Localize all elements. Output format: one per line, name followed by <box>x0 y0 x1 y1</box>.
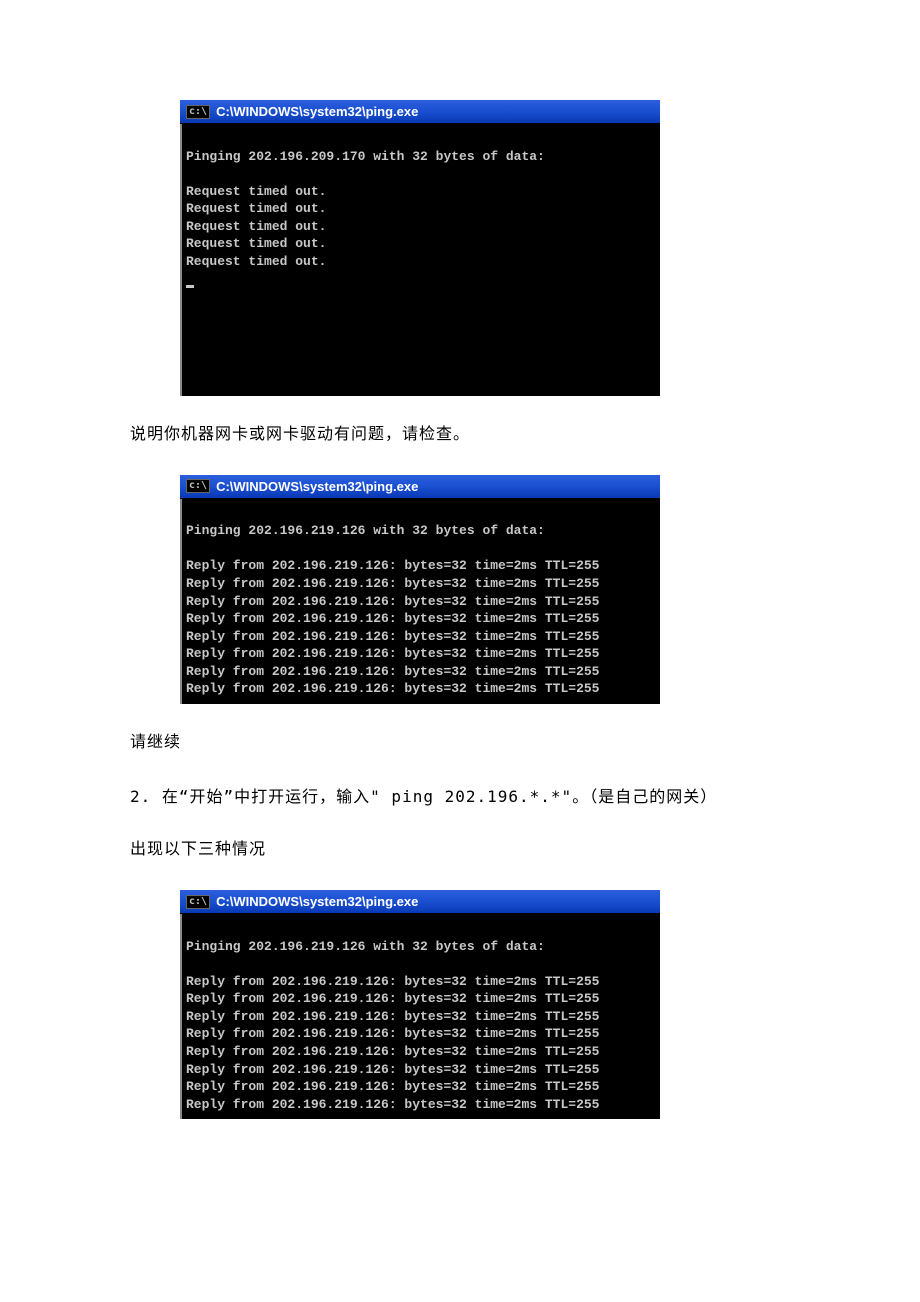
window-title-2: C:\WINDOWS\system32\ping.exe <box>216 479 418 494</box>
cmd-icon: c:\ <box>186 895 210 909</box>
window-title-3: C:\WINDOWS\system32\ping.exe <box>216 894 418 909</box>
console-window-1: c:\ C:\WINDOWS\system32\ping.exe Pinging… <box>180 100 660 396</box>
titlebar-1: c:\ C:\WINDOWS\system32\ping.exe <box>180 100 660 124</box>
console-body-2: Pinging 202.196.219.126 with 32 bytes of… <box>180 499 660 704</box>
console-output-1: Pinging 202.196.209.170 with 32 bytes of… <box>186 149 545 269</box>
console-output-3: Pinging 202.196.219.126 with 32 bytes of… <box>186 939 599 1112</box>
step-2: 2. 在“开始”中打开运行，输入" ping 202.196.*.*"。（是自己… <box>130 783 790 812</box>
console-cursor <box>186 285 194 288</box>
console-window-3: c:\ C:\WINDOWS\system32\ping.exe Pinging… <box>180 890 660 1119</box>
console-output-2: Pinging 202.196.219.126 with 32 bytes of… <box>186 523 599 696</box>
cmd-icon: c:\ <box>186 105 210 119</box>
console-body-1: Pinging 202.196.209.170 with 32 bytes of… <box>180 124 660 396</box>
window-title-1: C:\WINDOWS\system32\ping.exe <box>216 104 418 119</box>
console-body-3: Pinging 202.196.219.126 with 32 bytes of… <box>180 914 660 1119</box>
titlebar-2: c:\ C:\WINDOWS\system32\ping.exe <box>180 475 660 499</box>
cmd-icon: c:\ <box>186 479 210 493</box>
titlebar-3: c:\ C:\WINDOWS\system32\ping.exe <box>180 890 660 914</box>
paragraph-1: 说明你机器网卡或网卡驱动有问题，请检查。 <box>130 421 790 450</box>
console-window-2: c:\ C:\WINDOWS\system32\ping.exe Pinging… <box>180 475 660 704</box>
paragraph-2: 请继续 <box>130 729 790 758</box>
paragraph-3: 出现以下三种情况 <box>130 836 790 865</box>
